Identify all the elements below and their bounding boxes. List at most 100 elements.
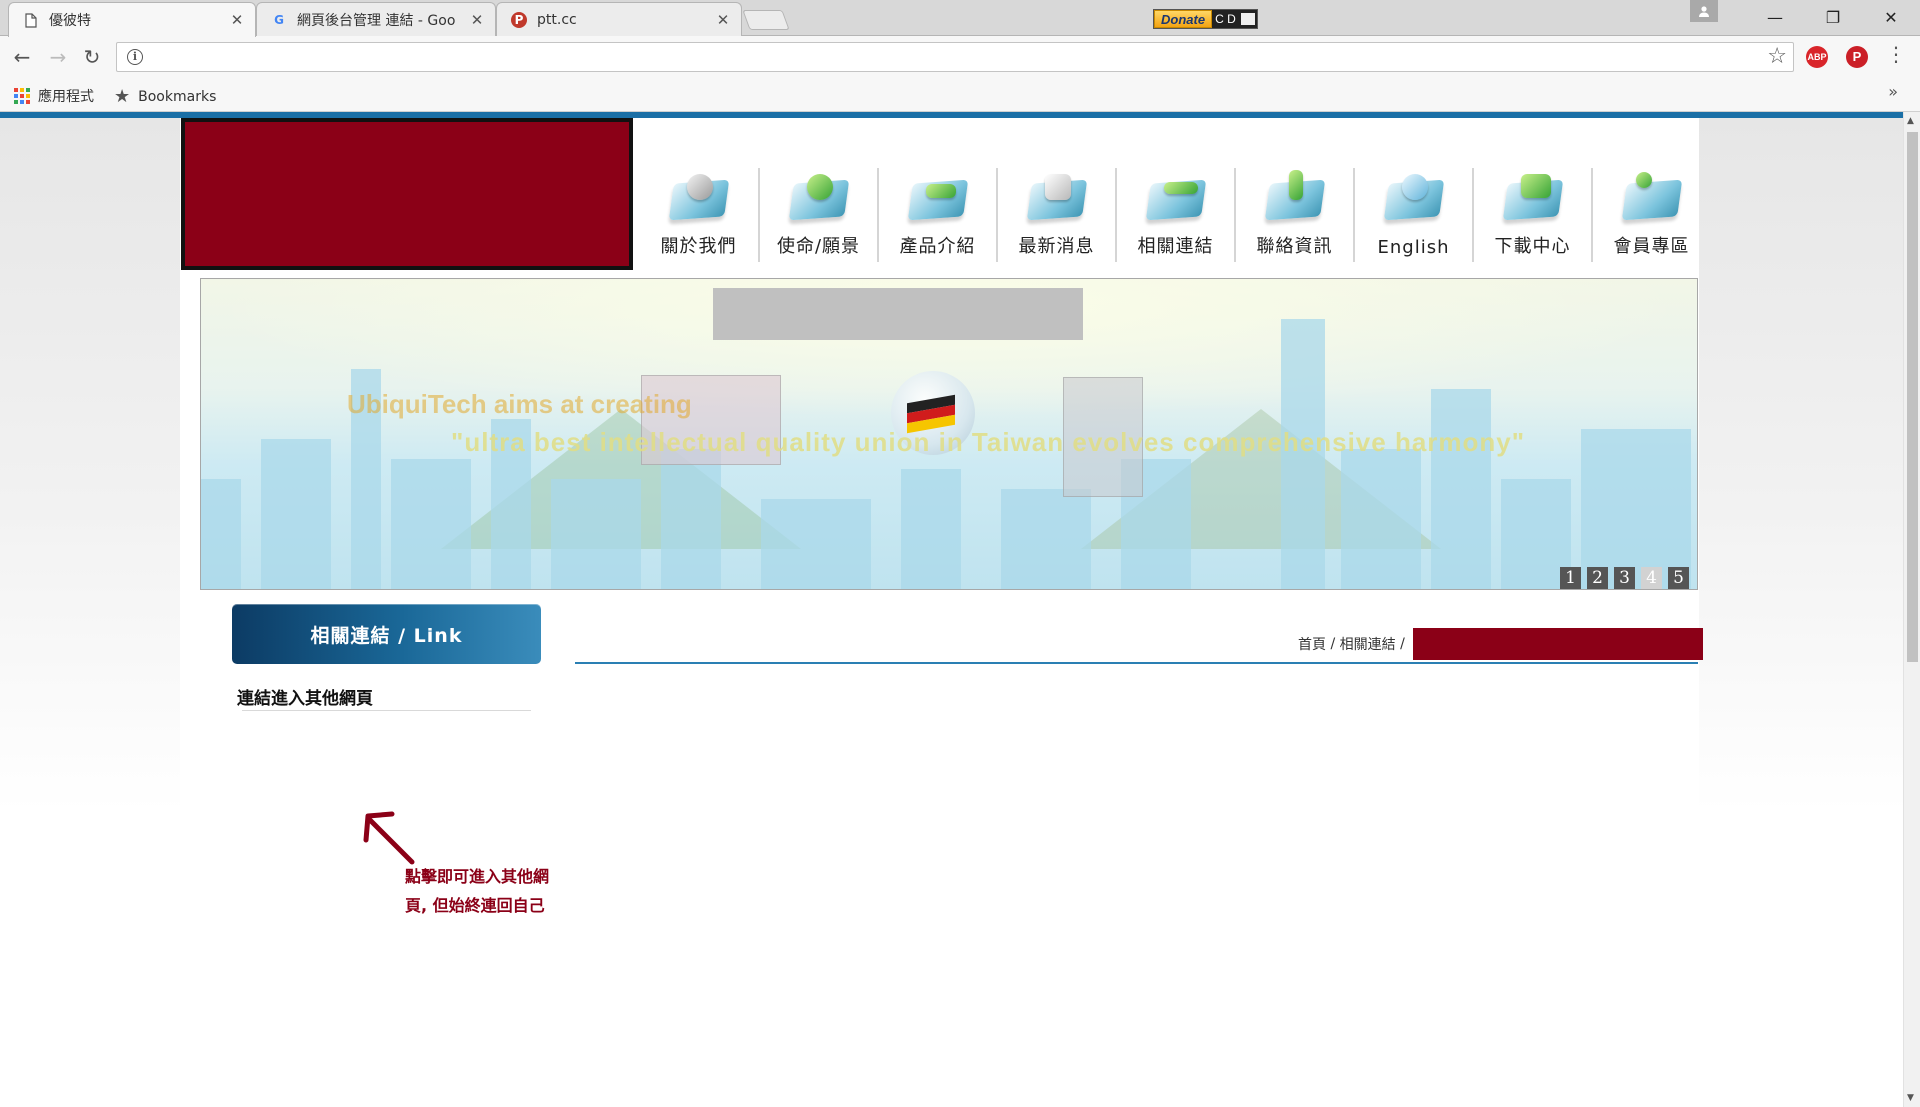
pager-button[interactable]: 3: [1614, 567, 1635, 589]
nav-label: 最新消息: [1018, 236, 1095, 257]
banner-building: [391, 459, 471, 589]
sidebar-header: 相關連結 / Link: [232, 604, 541, 664]
nav-label: 相關連結: [1137, 236, 1214, 257]
banner-building: [201, 479, 241, 589]
scrollbar-thumb[interactable]: [1907, 132, 1918, 662]
tab-ubit[interactable]: 優彼特 ✕: [8, 2, 256, 37]
chevron-right-icon[interactable]: »: [1888, 82, 1898, 101]
donate-box-icon: [1240, 13, 1255, 25]
site-container: 關於我們 使命/願景 產品介紹 最新消息 相關連結 聯絡資訊 English 下…: [180, 118, 1704, 878]
sidebar-link-other-pages[interactable]: 連結進入其他網頁: [237, 684, 373, 709]
main-nav: 關於我們 使命/願景 產品介紹 最新消息 相關連結 聯絡資訊 English 下…: [639, 168, 1710, 262]
tab-ptt[interactable]: P ptt.cc ✕: [496, 2, 742, 36]
apps-label: 應用程式: [38, 89, 94, 105]
banner-slogan: "ultra best intellectual quality union i…: [451, 427, 1526, 457]
breadcrumb-home[interactable]: 首頁: [1298, 634, 1326, 654]
annotation-arrow-icon: [363, 811, 415, 865]
window-controls: — ❐ ✕: [1690, 0, 1920, 34]
nav-item-contact[interactable]: 聯絡資訊: [1234, 168, 1353, 262]
scroll-down-icon[interactable]: ▼: [1907, 1093, 1914, 1103]
links-icon: [1140, 168, 1212, 224]
products-icon: [902, 168, 974, 224]
google-icon: G: [274, 12, 284, 27]
breadcrumb-section[interactable]: 相關連結: [1340, 634, 1396, 654]
nav-label: 產品介紹: [899, 236, 976, 257]
donate-extension[interactable]: Donate C D: [1153, 9, 1258, 29]
breadcrumb-separator: /: [1326, 636, 1340, 652]
apps-shortcut[interactable]: 應用程式: [14, 86, 94, 106]
nav-item-member[interactable]: 會員專區: [1591, 168, 1710, 262]
nav-item-download[interactable]: 下載中心: [1472, 168, 1591, 262]
mission-icon: [783, 168, 855, 224]
nav-label: English: [1377, 237, 1450, 258]
nav-item-about[interactable]: 關於我們: [639, 168, 758, 262]
tab-strip: 優彼特 ✕ G 網頁後台管理 連結 - Goo ✕ P ptt.cc ✕ Don…: [0, 0, 1920, 37]
content-divider: [575, 662, 1698, 664]
close-icon[interactable]: ✕: [469, 12, 485, 28]
apps-grid-icon: [14, 88, 30, 104]
breadcrumb-separator: /: [1395, 636, 1410, 652]
pager-button-active[interactable]: 4: [1641, 567, 1662, 589]
scroll-up-icon[interactable]: ▲: [1907, 116, 1914, 126]
tab-title: 優彼特: [49, 13, 91, 29]
banner-building: [1581, 429, 1691, 589]
breadcrumb-current-redacted: [1413, 628, 1704, 660]
ptt-icon: P: [511, 11, 527, 28]
reload-icon[interactable]: ↻: [78, 44, 106, 70]
browser-toolbar: ← → ↻ i ☆ ABP P ⋮: [0, 36, 1920, 78]
bookmarks-label: Bookmarks: [138, 88, 217, 105]
page-viewport: 關於我們 使命/願景 產品介紹 最新消息 相關連結 聯絡資訊 English 下…: [0, 112, 1903, 1107]
back-arrow-icon[interactable]: ←: [8, 44, 36, 70]
minimize-button[interactable]: —: [1746, 0, 1804, 34]
donate-button[interactable]: Donate: [1154, 10, 1213, 28]
star-icon: ★: [114, 86, 131, 107]
site-logo-redacted[interactable]: [181, 118, 633, 270]
nav-item-links[interactable]: 相關連結: [1115, 168, 1234, 262]
pager-button[interactable]: 1: [1560, 567, 1581, 589]
bookmarks-bar: 應用程式 ★ Bookmarks »: [0, 78, 1920, 112]
banner-tagline: UbiquiTech aims at creating: [347, 389, 692, 419]
banner-building: [1431, 389, 1491, 589]
news-icon: [1021, 168, 1093, 224]
tab-google[interactable]: G 網頁後台管理 連結 - Goo ✕: [256, 2, 496, 36]
new-tab-button[interactable]: [742, 10, 790, 30]
nav-item-products[interactable]: 產品介紹: [877, 168, 996, 262]
page-icon: [23, 12, 39, 28]
close-icon[interactable]: ✕: [715, 12, 731, 28]
breadcrumb: 首頁 / 相關連結 /: [1298, 628, 1704, 660]
address-bar[interactable]: i ☆: [116, 42, 1794, 72]
pinterest-icon[interactable]: P: [1846, 46, 1868, 68]
banner-building: [551, 479, 641, 589]
download-icon: [1497, 168, 1569, 224]
divider: [242, 710, 531, 711]
banner-title-redacted: [713, 288, 1083, 340]
member-icon: [1616, 168, 1688, 224]
nav-item-mission[interactable]: 使命/願景: [758, 168, 877, 262]
english-icon: [1378, 168, 1450, 224]
restore-button[interactable]: ❐: [1804, 0, 1862, 34]
banner-pager: 1 2 3 4 5: [1560, 567, 1689, 589]
close-icon[interactable]: ✕: [229, 12, 245, 28]
window-close-button[interactable]: ✕: [1862, 0, 1920, 34]
forward-arrow-icon[interactable]: →: [44, 44, 72, 70]
pager-button[interactable]: 2: [1587, 567, 1608, 589]
nav-label: 使命/願景: [776, 236, 861, 257]
contact-icon: [1259, 168, 1331, 224]
page-scrollbar[interactable]: ▲ ▼: [1903, 112, 1920, 1107]
bookmarks-folder[interactable]: ★ Bookmarks: [114, 86, 216, 107]
bookmark-star-icon[interactable]: ☆: [1767, 44, 1787, 69]
menu-icon[interactable]: ⋮: [1886, 42, 1906, 66]
nav-item-english[interactable]: English: [1353, 168, 1472, 262]
profile-icon[interactable]: [1690, 0, 1718, 22]
info-icon[interactable]: i: [127, 49, 143, 65]
banner-building: [761, 499, 871, 589]
tab-title: 網頁後台管理 連結 - Goo: [297, 12, 456, 29]
adblock-icon[interactable]: ABP: [1806, 46, 1828, 68]
annotation-note: 點擊即可進入其他網頁, 但始終連回自己: [405, 867, 550, 915]
pager-button[interactable]: 5: [1668, 567, 1689, 589]
nav-label: 關於我們: [660, 236, 737, 257]
banner-building: [1001, 489, 1091, 589]
nav-item-news[interactable]: 最新消息: [996, 168, 1115, 262]
about-icon: [663, 168, 735, 224]
nav-label: 會員專區: [1613, 236, 1690, 257]
